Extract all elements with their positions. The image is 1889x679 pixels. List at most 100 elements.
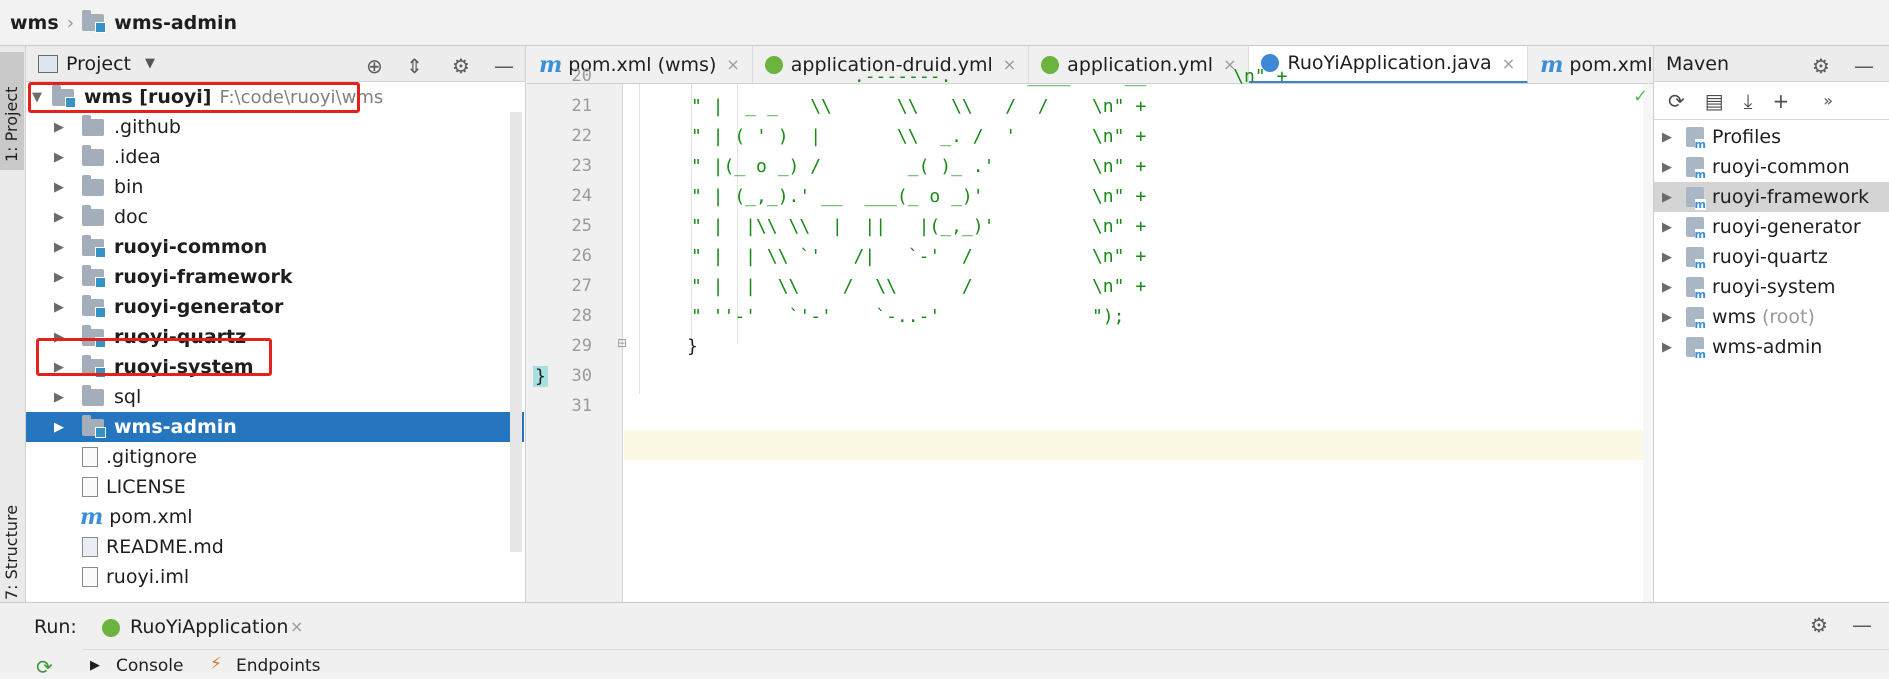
- minimize-icon[interactable]: —: [494, 54, 514, 78]
- maven-item-label: ruoyi-quartz: [1712, 246, 1828, 268]
- chevron-right-icon[interactable]: ▶: [54, 120, 64, 135]
- chevron-right-icon[interactable]: ▶: [54, 300, 64, 315]
- maven-module-icon: [1686, 217, 1707, 240]
- maven-item-label: wms-admin: [1712, 336, 1823, 358]
- maven-icon: m: [539, 51, 563, 78]
- code-line: " | (_,_).' __ ___(_ o _)' \n" +: [691, 186, 1147, 207]
- folder-icon: [82, 204, 104, 226]
- line-number: 28: [571, 306, 592, 326]
- gear-icon[interactable]: ⚙: [1810, 613, 1828, 637]
- tree-item-label: pom.xml: [109, 506, 193, 528]
- code-line: " | |\\ \\ | || |(_,_)' \n" +: [691, 216, 1147, 237]
- maven-item[interactable]: ▶ ruoyi-generator: [1654, 212, 1889, 242]
- plus-icon[interactable]: +: [1773, 89, 1790, 113]
- close-icon[interactable]: ×: [1502, 54, 1515, 73]
- tree-item-label: .idea: [114, 146, 161, 168]
- tree-item-ruoyi-framework[interactable]: ▶ ruoyi-framework: [26, 262, 524, 292]
- code-line: " | _ _ \\ \\ \\ / / \n" +: [691, 96, 1147, 117]
- gear-icon[interactable]: ⚙: [452, 54, 470, 78]
- tree-item-ruoyi-common[interactable]: ▶ ruoyi-common: [26, 232, 524, 262]
- chevron-right-icon[interactable]: ▶: [54, 390, 64, 405]
- editor-tab[interactable]: mpom.xml (ru⌵: [1528, 46, 1653, 83]
- tree-item-ruoyi-generator[interactable]: ▶ ruoyi-generator: [26, 292, 524, 322]
- tree-item-wms-admin[interactable]: ▶ wms-admin: [26, 412, 524, 442]
- maven-module-icon: [1686, 337, 1707, 360]
- module-folder-icon: [82, 264, 106, 288]
- tree-item-doc[interactable]: ▶ doc: [26, 202, 524, 232]
- tree-item-pom-xml[interactable]: m pom.xml: [26, 502, 524, 532]
- run-config-tab[interactable]: RuoYiApplication: [130, 616, 288, 638]
- fold-marker-icon[interactable]: ⊟: [617, 336, 627, 350]
- maven-item[interactable]: ▶ wms(root): [1654, 302, 1889, 332]
- chevron-right-icon[interactable]: ▶: [1662, 220, 1672, 235]
- chevron-down-icon[interactable]: ▼: [145, 56, 155, 71]
- chevron-right-icon[interactable]: ▶: [1662, 130, 1672, 145]
- minimize-icon[interactable]: —: [1852, 613, 1872, 637]
- editor-tab[interactable]: RuoYiApplication.java ×: [1249, 46, 1529, 83]
- gear-icon[interactable]: ⚙: [1812, 54, 1830, 78]
- editor-area: m pom.xml (wms) × application-druid.yml × app…: [527, 46, 1653, 602]
- chevron-right-icon[interactable]: ▶: [54, 270, 64, 285]
- run-panel: Run: RuoYiApplication × ⚙ — ⟳ ▶ Console …: [0, 602, 1889, 679]
- maven-item[interactable]: ▶ ruoyi-quartz: [1654, 242, 1889, 272]
- endpoints-icon: ⚡: [210, 654, 222, 674]
- tree-item-ruoyi-iml[interactable]: ruoyi.iml: [26, 562, 524, 592]
- tree-item-label: .github: [114, 116, 181, 138]
- chevron-right-icon[interactable]: ▶: [54, 180, 64, 195]
- structure-tool-tab[interactable]: 7: Structure: [2, 505, 21, 600]
- maven-item-label: ruoyi-system: [1712, 276, 1836, 298]
- chevron-right-icon[interactable]: ▶: [1662, 250, 1672, 265]
- close-icon[interactable]: ×: [290, 617, 303, 636]
- project-tool-tab[interactable]: 1: Project: [0, 52, 24, 170]
- tree-item-label: doc: [114, 206, 149, 228]
- tree-item-label: .gitignore: [106, 446, 197, 468]
- editor-tab-label: RuoYiApplication.java: [1287, 52, 1492, 74]
- tree-item-idea[interactable]: ▶ .idea: [26, 142, 524, 172]
- tree-item-github[interactable]: ▶ .github: [26, 112, 524, 142]
- collapse-all-icon[interactable]: ⇕: [406, 54, 423, 78]
- maven-item[interactable]: ▶ ruoyi-common: [1654, 152, 1889, 182]
- chevron-right-icon[interactable]: ▶: [1662, 190, 1672, 205]
- reload-icon[interactable]: ⟳: [1668, 89, 1685, 113]
- tree-item-readme-md[interactable]: README.md: [26, 532, 524, 562]
- chevron-right-icon[interactable]: ▶: [54, 210, 64, 225]
- endpoints-tab[interactable]: Endpoints: [236, 656, 321, 676]
- chevron-right-icon[interactable]: ▶: [54, 420, 64, 435]
- tree-item-gitignore[interactable]: .gitignore: [26, 442, 524, 472]
- maven-item-label: Profiles: [1712, 126, 1781, 148]
- console-tab[interactable]: Console: [116, 656, 184, 676]
- tree-item-label: ruoyi.iml: [106, 566, 190, 588]
- tree-item-license[interactable]: LICENSE: [26, 472, 524, 502]
- chevron-right-icon[interactable]: ▶: [54, 150, 64, 165]
- maven-item[interactable]: ▶ wms-admin: [1654, 332, 1889, 362]
- chevron-right-icon[interactable]: ▶: [1662, 310, 1672, 325]
- minimize-icon[interactable]: —: [1854, 54, 1874, 78]
- tree-item-sql[interactable]: ▶ sql: [26, 382, 524, 412]
- maven-item[interactable]: ▶ ruoyi-framework: [1654, 182, 1889, 212]
- tree-item-label: wms-admin: [114, 416, 237, 438]
- tree-item-bin[interactable]: ▶ bin: [26, 172, 524, 202]
- locate-icon[interactable]: ⊕: [366, 54, 383, 78]
- chevron-right-icon[interactable]: ▶: [1662, 280, 1672, 295]
- chevron-right-icon[interactable]: ▶: [54, 240, 64, 255]
- maven-module-icon: [1686, 277, 1707, 300]
- project-scrollbar[interactable]: [510, 112, 522, 552]
- project-panel-header: Project ▼ ⊕ ⇕ ⚙ —: [26, 46, 525, 82]
- download-icon[interactable]: ⤓: [1744, 89, 1753, 113]
- chevron-right-icon[interactable]: ▶: [1662, 160, 1672, 175]
- breadcrumb-module[interactable]: wms-admin: [114, 12, 237, 34]
- add-folder-icon[interactable]: ▤: [1705, 89, 1724, 113]
- breadcrumb-root[interactable]: wms: [10, 12, 59, 34]
- chevron-right-icon[interactable]: ▶: [1662, 340, 1672, 355]
- editor-scrollbar[interactable]: [1643, 84, 1653, 602]
- code-line: " | | \\ / \\ / \n" +: [691, 276, 1147, 297]
- line-number: 22: [571, 126, 592, 146]
- more-icon[interactable]: »: [1823, 91, 1833, 110]
- maven-item[interactable]: ▶ Profiles: [1654, 122, 1889, 152]
- project-panel-title[interactable]: Project: [66, 53, 131, 75]
- rerun-icon[interactable]: ⟳: [36, 655, 53, 679]
- maven-item[interactable]: ▶ ruoyi-system: [1654, 272, 1889, 302]
- tree-item-label: ruoyi-common: [114, 236, 268, 258]
- maven-item-label: ruoyi-framework: [1712, 186, 1870, 208]
- navigation-bar: wms › wms-admin: [0, 0, 1889, 46]
